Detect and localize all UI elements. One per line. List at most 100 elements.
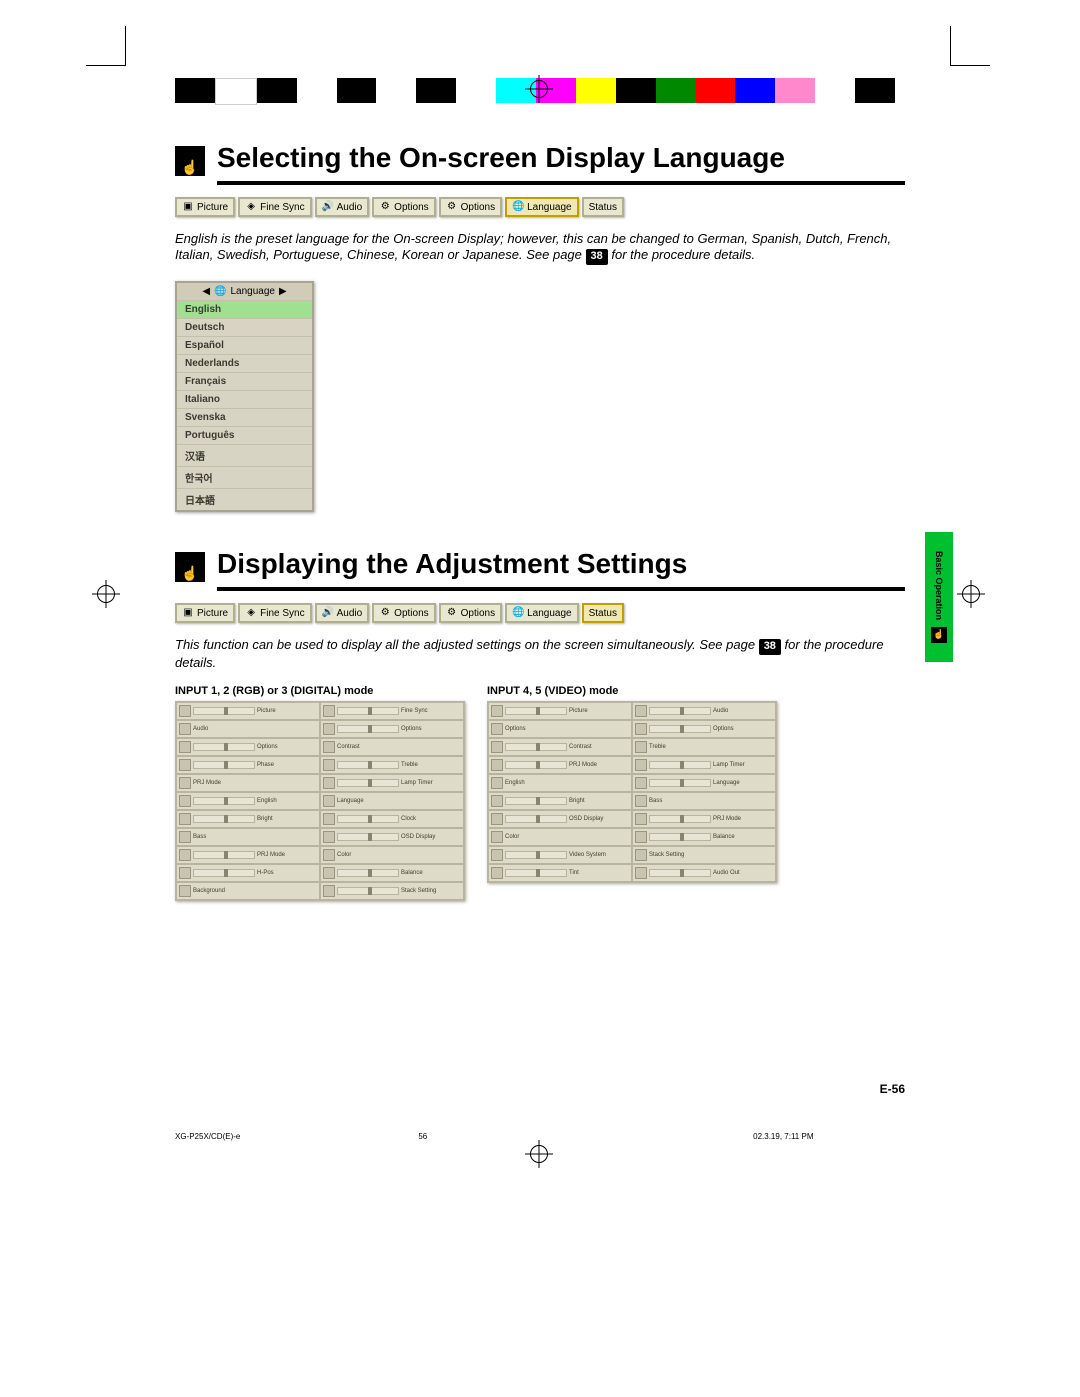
status-item-icon [491,723,503,735]
status-item-label: Tint [569,870,629,876]
status-item-label: Bass [649,798,773,804]
status-item-label: OSD Display [401,834,461,840]
slider [193,707,255,715]
status-item-icon [635,831,647,843]
language-item[interactable]: English [177,300,312,318]
status-grid-rgb: PictureFine SyncAudioOptionsOptionsContr… [175,701,465,901]
picture-icon: ▣ [182,607,194,619]
language-menu: ◀ 🌐 Language ▶ EnglishDeutschEspañolNede… [175,281,314,512]
menu-tabs-row-1: ▣Picture ◈Fine Sync 🔊Audio ⚙Options ⚙Opt… [175,197,905,217]
status-cell: PRJ Mode [633,811,775,827]
status-cell: Fine Sync [321,703,463,719]
tab-picture[interactable]: ▣Picture [175,603,235,623]
status-item-icon [179,885,191,897]
language-item[interactable]: 汉语 [177,444,312,466]
status-item-label: Audio Out [713,870,773,876]
language-item[interactable]: Italiano [177,390,312,408]
status-item-icon [179,849,191,861]
status-item-icon [179,813,191,825]
status-item-icon [323,723,335,735]
status-item-icon [491,813,503,825]
slider [649,779,711,787]
side-tab-basic-operation: Basic Operation ☝ [925,532,953,662]
page-ref-badge: 38 [759,639,781,655]
globe-icon: 🌐 [512,201,524,213]
status-cell: Stack Setting [321,883,463,899]
status-item-label: Clock [401,816,461,822]
slider [337,833,399,841]
status-item-label: PRJ Mode [193,780,317,786]
tab-finesync[interactable]: ◈Fine Sync [238,197,311,217]
status-item-icon [323,885,335,897]
status-cell: Video System [489,847,631,863]
language-item[interactable]: Svenska [177,408,312,426]
status-item-label: Lamp Timer [401,780,461,786]
status-column-rgb: INPUT 1, 2 (RGB) or 3 (DIGITAL) mode Pic… [175,685,465,901]
status-item-icon [323,705,335,717]
tab-language[interactable]: 🌐Language [505,603,579,623]
status-item-label: OSD Display [569,816,629,822]
language-item[interactable]: Deutsch [177,318,312,336]
status-cell: Phase [177,757,319,773]
status-item-label: Balance [401,870,461,876]
status-cell: Bass [633,793,775,809]
language-item[interactable]: Português [177,426,312,444]
language-menu-header: ◀ 🌐 Language ▶ [177,283,312,300]
status-item-icon [323,795,335,807]
heading-rule [217,587,905,591]
footer: XG-P25X/CD(E)-e 56 02.3.19, 7:11 PM [175,1132,905,1141]
status-cell: Options [633,721,775,737]
status-item-label: Color [505,834,629,840]
slider [337,779,399,787]
language-item[interactable]: 한국어 [177,466,312,488]
status-item-icon [179,777,191,789]
status-cell: PRJ Mode [177,775,319,791]
heading-text: Selecting the On-screen Display Language [217,142,785,176]
slider [649,869,711,877]
tab-picture[interactable]: ▣Picture [175,197,235,217]
tab-options-1[interactable]: ⚙Options [372,197,435,217]
status-cell: Audio [633,703,775,719]
status-item-label: Stack Setting [649,852,773,858]
status-cell: Lamp Timer [633,757,775,773]
status-grid-video: PictureAudioOptionsOptionsContrastTreble… [487,701,777,883]
slider [193,743,255,751]
picture-icon: ▣ [182,201,194,213]
tab-options-2[interactable]: ⚙Options [439,603,502,623]
status-item-icon [635,867,647,879]
tab-audio[interactable]: 🔊Audio [315,197,370,217]
status-item-icon [635,795,647,807]
status-item-label: Bright [569,798,629,804]
status-item-label: Background [193,888,317,894]
status-item-label: Options [505,726,629,732]
status-item-icon [635,723,647,735]
options-icon: ⚙ [379,607,391,619]
language-item[interactable]: Nederlands [177,354,312,372]
slider [649,707,711,715]
arrow-left-icon[interactable]: ◀ [202,286,210,297]
language-item[interactable]: Español [177,336,312,354]
slider [193,851,255,859]
tab-finesync[interactable]: ◈Fine Sync [238,603,311,623]
tab-status[interactable]: Status [582,603,624,623]
arrow-right-icon[interactable]: ▶ [279,286,287,297]
slider [649,761,711,769]
status-cell: Clock [321,811,463,827]
options-icon: ⚙ [379,201,391,213]
status-item-icon [323,741,335,753]
status-item-icon [491,705,503,717]
tab-options-1[interactable]: ⚙Options [372,603,435,623]
tab-language[interactable]: 🌐Language [505,197,579,217]
slider [337,725,399,733]
status-item-icon [179,759,191,771]
tab-options-2[interactable]: ⚙Options [439,197,502,217]
tab-audio[interactable]: 🔊Audio [315,603,370,623]
tab-status[interactable]: Status [582,197,624,217]
status-item-label: Treble [649,744,773,750]
crop-mark [125,26,126,66]
language-item[interactable]: Français [177,372,312,390]
slider [337,869,399,877]
language-item[interactable]: 日本語 [177,488,312,510]
status-cell: Color [489,829,631,845]
status-cell: Picture [489,703,631,719]
